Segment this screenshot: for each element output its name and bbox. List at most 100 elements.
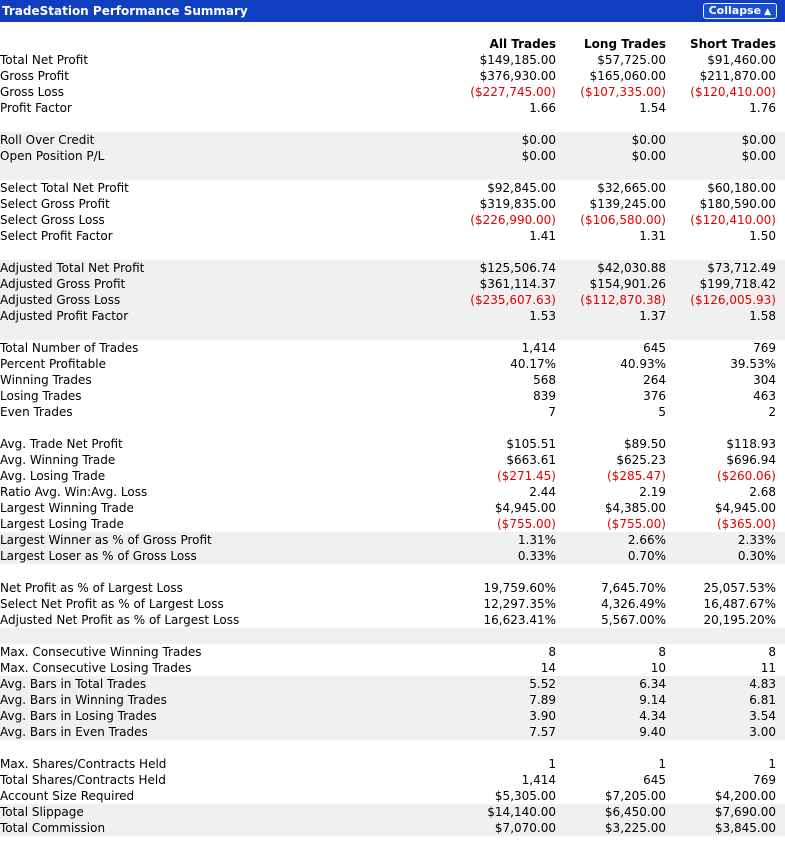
cell-all-trades: 12,297.35% <box>483 597 556 611</box>
table-row: Select Profit Factor 1.41 1.31 1.50 <box>0 228 785 244</box>
row-spacer <box>776 724 785 740</box>
row-label: Profit Factor <box>0 101 72 115</box>
section-spacer <box>0 420 785 436</box>
spacer-cell <box>0 164 430 180</box>
row-label: Net Profit as % of Largest Loss <box>0 581 183 595</box>
cell-short-trades: ($120,410.00) <box>690 85 776 99</box>
cell-all-trades: 19,759.60% <box>483 581 556 595</box>
cell-short-trades: ($126,005.93) <box>666 292 776 308</box>
cell-all-trades: $7,070.00 <box>430 820 556 836</box>
spacer-cell <box>666 564 776 580</box>
cell-all-trades: 1.53 <box>430 308 556 324</box>
row-spacer <box>776 580 785 596</box>
cell-all-trades: $105.51 <box>506 437 556 451</box>
spacer-cell <box>430 628 556 644</box>
cell-all-trades: 568 <box>533 373 556 387</box>
row-spacer <box>776 468 785 484</box>
cell-short-trades: 1 <box>768 757 776 771</box>
cell-long-trades: 1.54 <box>639 101 666 115</box>
cell-long-trades: 645 <box>643 773 666 787</box>
cell-all-trades: $0.00 <box>430 148 556 164</box>
row-spacer <box>776 292 785 308</box>
table-row: Adjusted Profit Factor 1.53 1.37 1.58 <box>0 308 785 324</box>
cell-all-trades: ($227,745.00) <box>470 85 556 99</box>
row-label: Avg. Bars in Losing Trades <box>0 708 430 724</box>
cell-all-trades: $92,845.00 <box>487 181 556 195</box>
spacer-cell <box>0 324 430 340</box>
collapse-button[interactable]: Collapse ▲ <box>702 3 777 19</box>
cell-long-trades: 2.19 <box>639 485 666 499</box>
cell-all-trades: 16,623.41% <box>483 613 556 627</box>
spacer-cell <box>776 628 785 644</box>
row-spacer <box>776 84 785 100</box>
cell-long-trades: 40.93% <box>620 357 666 371</box>
cell-long-trades: ($107,335.00) <box>580 85 666 99</box>
cell-long-trades: 9.14 <box>556 692 666 708</box>
cell-short-trades: $3,845.00 <box>666 820 776 836</box>
spacer-cell <box>556 164 666 180</box>
spacer-cell <box>556 324 666 340</box>
table-row: Losing Trades 839 376 463 <box>0 388 785 404</box>
row-label: Ratio Avg. Win:Avg. Loss <box>0 485 148 499</box>
row-label: Avg. Winning Trade <box>0 453 116 467</box>
cell-long-trades: 1.37 <box>556 308 666 324</box>
row-spacer <box>776 68 785 84</box>
spacer-cell <box>556 116 666 132</box>
spacer-cell <box>430 324 556 340</box>
spacer-cell <box>776 740 785 756</box>
row-spacer <box>776 676 785 692</box>
row-label: Roll Over Credit <box>0 132 430 148</box>
row-spacer <box>776 212 785 228</box>
spacer-cell <box>0 628 430 644</box>
spacer-cell <box>430 564 556 580</box>
cell-all-trades: ($235,607.63) <box>430 292 556 308</box>
row-label: Total Shares/Contracts Held <box>0 773 166 787</box>
table-row: Avg. Bars in Winning Trades 7.89 9.14 6.81 <box>0 692 785 708</box>
cell-short-trades: ($120,410.00) <box>690 213 776 227</box>
row-spacer <box>776 196 785 212</box>
row-spacer <box>776 388 785 404</box>
table-row: Avg. Bars in Losing Trades 3.90 4.34 3.54 <box>0 708 785 724</box>
cell-short-trades: $0.00 <box>666 148 776 164</box>
row-label: Winning Trades <box>0 373 92 387</box>
row-spacer <box>776 692 785 708</box>
row-label: Avg. Bars in Even Trades <box>0 724 430 740</box>
spacer-cell <box>666 420 776 436</box>
spacer-cell <box>0 564 430 580</box>
spacer-cell <box>430 420 556 436</box>
cell-all-trades: 1 <box>548 757 556 771</box>
cell-short-trades: 0.30% <box>666 548 776 564</box>
table-row: Roll Over Credit $0.00 $0.00 $0.00 <box>0 132 785 148</box>
row-label: Even Trades <box>0 405 73 419</box>
column-header-short-trades: Short Trades <box>689 37 776 51</box>
table-row: Select Gross Loss ($226,990.00) ($106,580.… <box>0 212 785 228</box>
spacer-cell <box>0 244 430 260</box>
cell-short-trades: 39.53% <box>730 357 776 371</box>
table-row: Adjusted Gross Profit $361,114.37 $154,901… <box>0 276 785 292</box>
cell-short-trades: $91,460.00 <box>707 53 776 67</box>
cell-all-trades: 7.89 <box>430 692 556 708</box>
spacer-cell <box>0 740 430 756</box>
row-label: Total Net Profit <box>0 53 89 67</box>
table-row: Total Net Profit $149,185.00 $57,725.00 $91… <box>0 52 785 68</box>
row-label: Adjusted Gross Profit <box>0 276 430 292</box>
cell-short-trades: 2.33% <box>666 532 776 548</box>
cell-long-trades: $89.50 <box>624 437 666 451</box>
spacer-cell <box>666 116 776 132</box>
cell-long-trades: 2.66% <box>556 532 666 548</box>
cell-all-trades: ($226,990.00) <box>470 213 556 227</box>
table-row: Select Net Profit as % of Largest Loss 12… <box>0 596 785 612</box>
performance-summary-table: All Trades Long Trades Short Trades Tota… <box>0 36 785 836</box>
summary-body: Total Net Profit $149,185.00 $57,725.00 $91… <box>0 52 785 836</box>
spacer-cell <box>430 244 556 260</box>
spacer-cell <box>430 116 556 132</box>
table-row: Even Trades 7 5 2 <box>0 404 785 420</box>
row-spacer <box>776 612 785 628</box>
cell-long-trades: $3,225.00 <box>556 820 666 836</box>
header-spacer <box>0 36 430 52</box>
row-label: Avg. Losing Trade <box>0 469 106 483</box>
row-label: Max. Shares/Contracts Held <box>0 757 167 771</box>
row-label: Select Total Net Profit <box>0 181 129 195</box>
row-spacer <box>776 596 785 612</box>
row-spacer <box>776 484 785 500</box>
